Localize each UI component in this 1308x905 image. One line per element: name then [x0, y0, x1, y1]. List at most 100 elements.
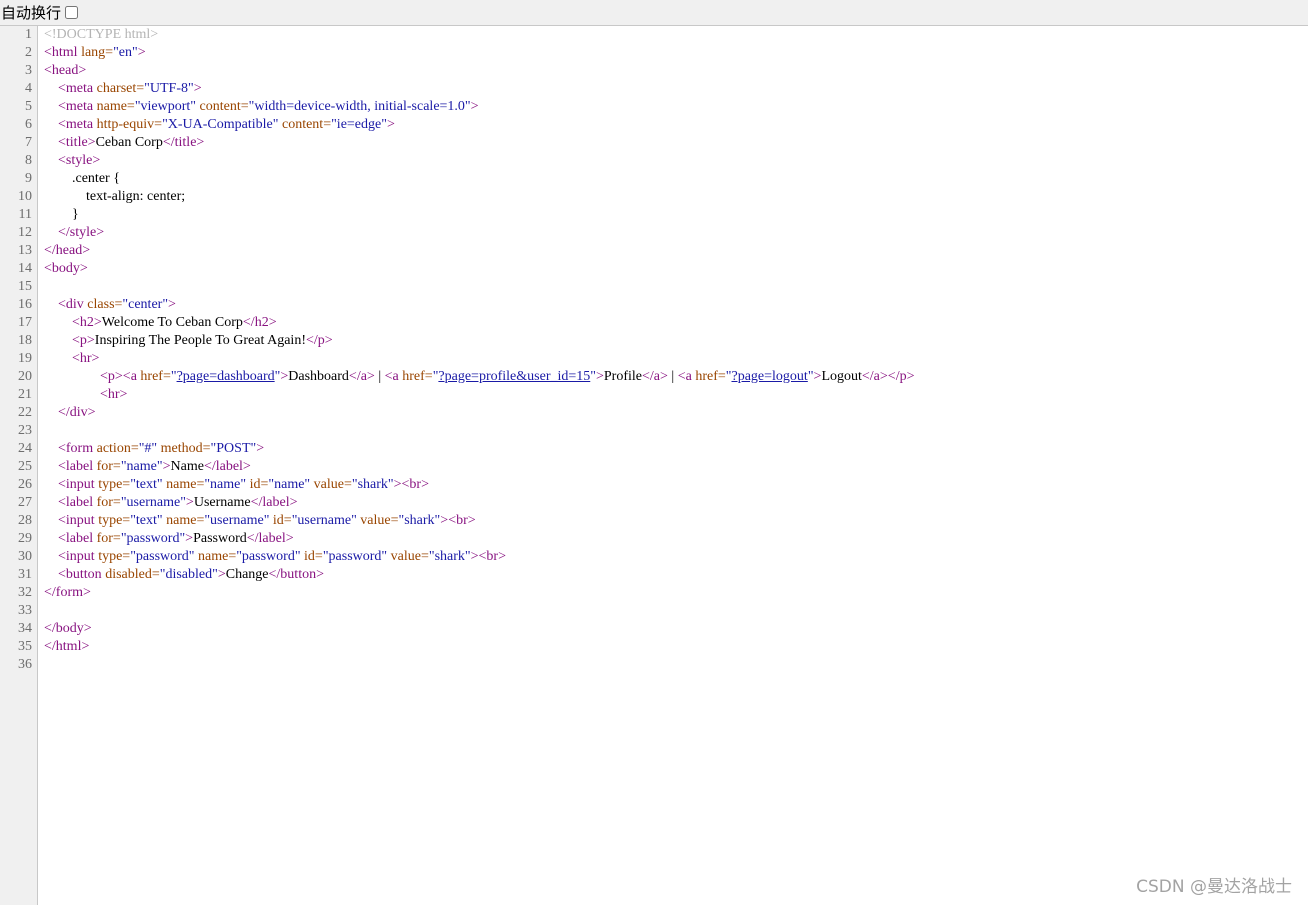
source-token: type= — [98, 549, 131, 564]
source-token: <meta — [58, 81, 97, 96]
source-token: Username — [193, 495, 251, 510]
source-token: <button — [58, 567, 106, 582]
source-token: "password" — [322, 549, 388, 564]
source-token: id= — [272, 513, 292, 528]
source-token: "UTF-8" — [144, 81, 194, 96]
source-token — [44, 297, 58, 312]
source-line: .center { — [44, 170, 1308, 188]
source-token: content= — [281, 117, 332, 132]
source-token: <a — [384, 369, 403, 384]
source-line: <input type="text" name="name" id="name"… — [44, 476, 1308, 494]
source-token: "name" — [120, 459, 163, 474]
source-token — [44, 477, 58, 492]
source-viewer: 1 2 3 4 5 6 7 8 9 10 11 12 13 14 15 16 17 18 19 20 21 22 23 24 2… — [0, 26, 1308, 905]
source-token: name= — [198, 549, 237, 564]
source-token: disabled= — [105, 567, 160, 582]
source-token: "en" — [113, 45, 138, 60]
source-token: > — [470, 99, 479, 114]
source-token: lang= — [81, 45, 114, 60]
source-token: for= — [96, 531, 121, 546]
source-token: <input — [58, 513, 99, 528]
line-number: 6 — [25, 117, 32, 132]
source-line: <p>Inspiring The People To Great Again!<… — [44, 332, 1308, 350]
source-token: Dashboard — [288, 369, 349, 384]
source-token: value= — [313, 477, 352, 492]
line-number: 25 — [18, 459, 32, 474]
source-token: Welcome To Ceban Corp — [101, 315, 243, 330]
source-token: <form — [58, 441, 97, 456]
source-token: </label> — [250, 495, 298, 510]
source-token: | — [667, 369, 678, 384]
source-token: href= — [695, 369, 726, 384]
line-number: 27 — [18, 495, 32, 510]
line-wrap-label: 自动换行 — [1, 3, 62, 22]
source-token: <!DOCTYPE html> — [44, 27, 159, 42]
line-number: 28 — [18, 513, 32, 528]
source-line: <body> — [44, 260, 1308, 278]
watermark: CSDN @曼达洛战士 — [1136, 877, 1292, 897]
source-token: "ie=edge" — [331, 117, 387, 132]
source-link[interactable]: ?page=profile&user_id=15 — [438, 369, 590, 384]
source-line: <label for="name">Name</label> — [44, 458, 1308, 476]
source-token: <html — [44, 45, 82, 60]
source-token: <head> — [44, 63, 87, 78]
source-line: <input type="password" name="password" i… — [44, 548, 1308, 566]
source-line: </div> — [44, 404, 1308, 422]
source-token: <a — [122, 369, 141, 384]
source-token: <br> — [478, 549, 506, 564]
source-token: type= — [98, 477, 131, 492]
source-token: </style> — [58, 225, 105, 240]
source-line: <meta http-equiv="X-UA-Compatible" conte… — [44, 116, 1308, 134]
source-token: for= — [96, 459, 121, 474]
source-token: value= — [390, 549, 429, 564]
source-line: text-align: center; — [44, 188, 1308, 206]
source-line: <html lang="en"> — [44, 44, 1308, 62]
line-number: 3 — [25, 63, 32, 78]
source-token: <div — [58, 297, 88, 312]
source-token: "username" — [204, 513, 270, 528]
source-token: "password" — [130, 549, 195, 564]
line-number: 18 — [18, 333, 32, 348]
line-number: 16 — [18, 297, 32, 312]
line-number: 31 — [18, 567, 32, 582]
source-code-area[interactable]: <!DOCTYPE html> <html lang="en"> <head> <m… — [38, 26, 1308, 905]
source-view-toolbar: 自动换行 — [0, 0, 1308, 26]
source-line: <hr> — [44, 350, 1308, 368]
source-token: </body> — [44, 621, 92, 636]
line-wrap-checkbox[interactable] — [65, 6, 79, 19]
source-token — [44, 405, 58, 420]
source-token: "name" — [204, 477, 247, 492]
source-token: for= — [96, 495, 121, 510]
source-token: </a> — [348, 369, 375, 384]
source-line: <p><a href="?page=dashboard">Dashboard</… — [44, 368, 1308, 386]
source-token: name= — [166, 477, 205, 492]
source-line — [44, 278, 1308, 296]
line-number: 17 — [18, 315, 32, 330]
source-token: name= — [166, 513, 205, 528]
source-token: </a> — [861, 369, 888, 384]
source-line: <label for="username">Username</label> — [44, 494, 1308, 512]
source-link[interactable]: ?page=dashboard — [177, 369, 275, 384]
source-token — [44, 441, 58, 456]
source-token — [44, 387, 100, 402]
line-number: 20 — [18, 369, 32, 384]
source-token: text-align: center; — [44, 189, 186, 204]
source-line: <input type="text" name="username" id="u… — [44, 512, 1308, 530]
line-number: 33 — [18, 603, 32, 618]
source-token: </title> — [162, 135, 205, 150]
source-token: Name — [170, 459, 204, 474]
source-link[interactable]: ?page=logout — [731, 369, 807, 384]
source-line: </form> — [44, 584, 1308, 602]
source-line — [44, 602, 1308, 620]
line-number: 5 — [25, 99, 32, 114]
source-token: Logout — [821, 369, 862, 384]
source-token: </p> — [305, 333, 333, 348]
source-token: "width=device-width, initial-scale=1.0" — [248, 99, 471, 114]
line-number: 11 — [18, 207, 32, 222]
source-token: "disabled" — [159, 567, 218, 582]
source-token: | — [374, 369, 385, 384]
line-number: 21 — [18, 387, 32, 402]
line-number: 2 — [25, 45, 32, 60]
line-number: 22 — [18, 405, 32, 420]
source-token: content= — [199, 99, 249, 114]
